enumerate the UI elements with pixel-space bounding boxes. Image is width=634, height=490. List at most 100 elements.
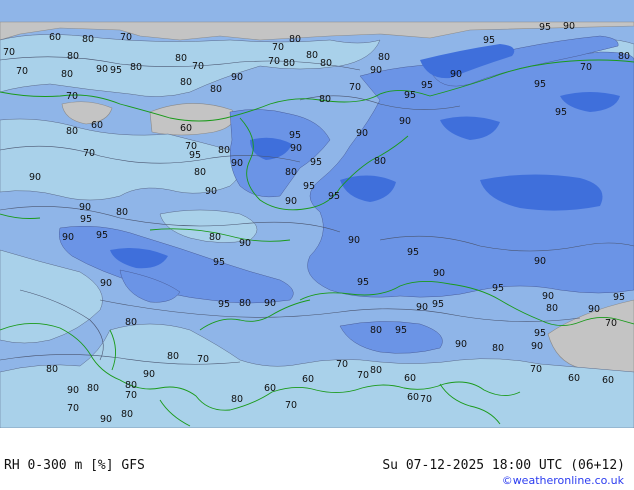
contour-label: 70 — [66, 91, 78, 102]
contour-label: 95 — [534, 328, 546, 339]
contour-label: 80 — [374, 156, 386, 167]
contour-label: 90 — [455, 339, 467, 350]
contour-label: 90 — [231, 158, 243, 169]
contour-label: 60 — [264, 383, 276, 394]
contour-label: 60 — [49, 32, 61, 43]
contour-label: 90 — [205, 186, 217, 197]
contour-label: 90 — [563, 21, 575, 32]
contour-label: 60 — [568, 373, 580, 384]
contour-label: 90 — [290, 143, 302, 154]
contour-label: 95 — [483, 35, 495, 46]
contour-label: 80 — [285, 167, 297, 178]
contour-label: 70 — [605, 318, 617, 329]
contour-label: 90 — [231, 72, 243, 83]
contour-label: 80 — [167, 351, 179, 362]
contour-label: 95 — [407, 247, 419, 258]
contour-label: 80 — [289, 34, 301, 45]
contour-label: 70 — [16, 66, 28, 77]
contour-label: 80 — [66, 126, 78, 137]
contour-label: 80 — [67, 51, 79, 62]
contour-label: 60 — [180, 123, 192, 134]
contour-label: 80 — [218, 145, 230, 156]
map-footer: RH 0-300 m [%] GFS Su 07-12-2025 18:00 U… — [0, 428, 634, 490]
contour-label: 60 — [407, 392, 419, 403]
contour-label: 70 — [192, 61, 204, 72]
contour-label: 90 — [264, 298, 276, 309]
contour-label: 90 — [588, 304, 600, 315]
contour-label: 95 — [432, 299, 444, 310]
contour-label: 80 — [87, 383, 99, 394]
contour-label: 95 — [303, 181, 315, 192]
contour-label: 80 — [121, 409, 133, 420]
contour-label: 90 — [348, 235, 360, 246]
contour-label: 70 — [197, 354, 209, 365]
contour-label: 80 — [239, 298, 251, 309]
contour-label: 60 — [404, 373, 416, 384]
contour-label: 80 — [319, 94, 331, 105]
contour-label: 90 — [143, 369, 155, 380]
contour-label: 70 — [83, 148, 95, 159]
contour-label: 80 — [194, 167, 206, 178]
contour-label: 80 — [125, 317, 137, 328]
contour-label: 95 — [289, 130, 301, 141]
contour-label: 80 — [370, 365, 382, 376]
contour-label: 80 — [61, 69, 73, 80]
contour-label: 95 — [80, 214, 92, 225]
contour-label: 90 — [29, 172, 41, 183]
contour-label: 80 — [320, 58, 332, 69]
contour-label: 90 — [399, 116, 411, 127]
contour-label: 70 — [285, 400, 297, 411]
contour-label: 70 — [336, 359, 348, 370]
contour-label: 95 — [357, 277, 369, 288]
contour-label: 70 — [580, 62, 592, 73]
product-title: RH 0-300 m [%] GFS — [4, 458, 145, 473]
contour-label: 80 — [378, 52, 390, 63]
contour-label: 70 — [268, 56, 280, 67]
source-credit[interactable]: ©weatheronline.co.uk — [502, 474, 624, 487]
contour-label: 90 — [356, 128, 368, 139]
contour-label: 90 — [542, 291, 554, 302]
contour-label: 70 — [420, 394, 432, 405]
contour-label: 80 — [180, 77, 192, 88]
contour-label: 90 — [239, 238, 251, 249]
contour-label: 90 — [370, 65, 382, 76]
contour-label: 70 — [272, 42, 284, 53]
contour-label: 95 — [492, 283, 504, 294]
contour-label: 95 — [539, 22, 551, 33]
humidity-map: 60 80 7070 80 807070 80 90 95 8070808070 80 808090… — [0, 0, 634, 428]
contour-label: 80 — [130, 62, 142, 73]
contour-label: 95 — [613, 292, 625, 303]
contour-label: 90 — [100, 414, 112, 425]
contour-label: 95 — [395, 325, 407, 336]
contour-label: 90 — [534, 256, 546, 267]
contour-label: 80 — [546, 303, 558, 314]
contour-label: 80 — [231, 394, 243, 405]
contour-label: 80 — [618, 51, 630, 62]
contour-label: 80 — [370, 325, 382, 336]
contour-label: 95 — [555, 107, 567, 118]
contour-label: 95 — [110, 65, 122, 76]
contour-label: 80 — [116, 207, 128, 218]
contour-label: 80 — [46, 364, 58, 375]
contour-label: 95 — [218, 299, 230, 310]
contour-label: 90 — [62, 232, 74, 243]
contour-label: 70 — [357, 370, 369, 381]
contour-label: 95 — [328, 191, 340, 202]
contour-label: 90 — [67, 385, 79, 396]
contour-label: 90 — [100, 278, 112, 289]
contour-label: 95 — [189, 150, 201, 161]
contour-label: 95 — [421, 80, 433, 91]
contour-label: 90 — [433, 268, 445, 279]
contour-label: 90 — [531, 341, 543, 352]
contour-label: 70 — [125, 390, 137, 401]
contour-label: 90 — [450, 69, 462, 80]
contour-label: 90 — [416, 302, 428, 313]
contour-label: 90 — [79, 202, 91, 213]
contour-label: 70 — [3, 47, 15, 58]
valid-time: Su 07-12-2025 18:00 UTC (06+12) — [382, 458, 625, 473]
contour-label: 60 — [302, 374, 314, 385]
contour-label: 70 — [120, 32, 132, 43]
contour-label: 80 — [492, 343, 504, 354]
contour-label: 95 — [310, 157, 322, 168]
contour-label: 80 — [209, 232, 221, 243]
